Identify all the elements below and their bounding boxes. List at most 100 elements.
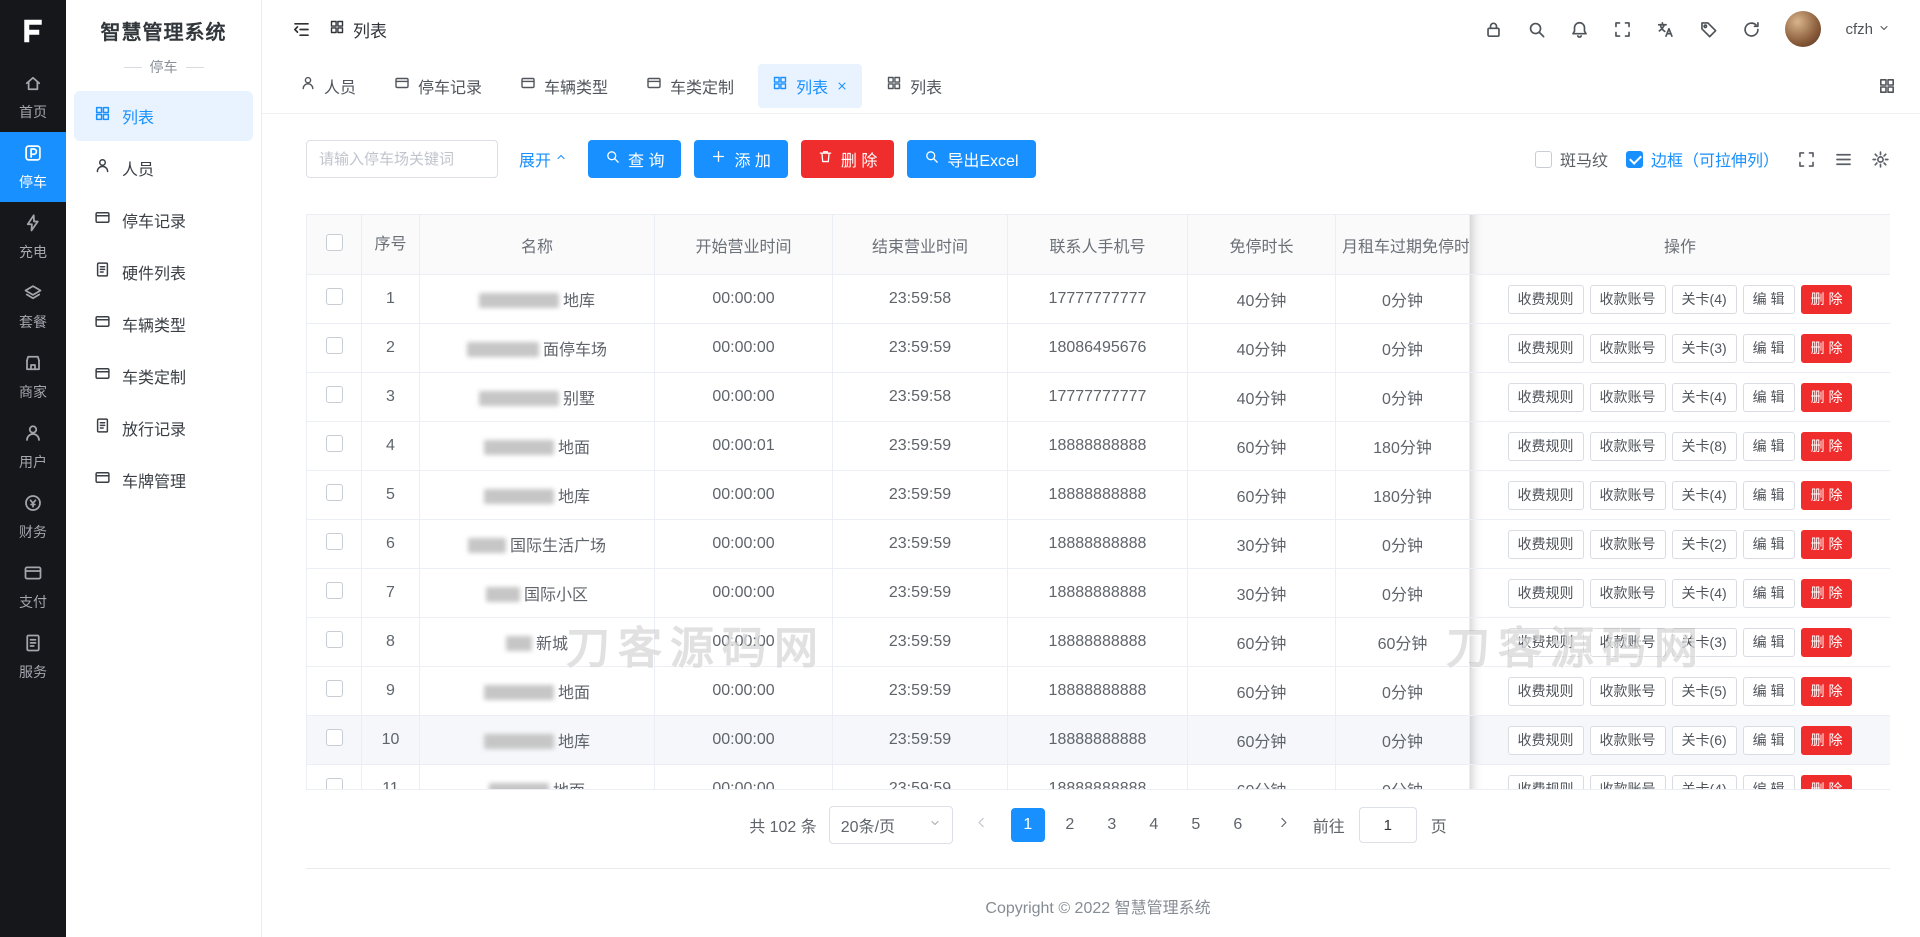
tab-列表[interactable]: 列表 bbox=[758, 63, 863, 108]
page-button-5[interactable]: 5 bbox=[1178, 808, 1213, 842]
zebra-checkbox[interactable]: 斑马纹 bbox=[1534, 147, 1608, 171]
gates-button[interactable]: 关卡(3) bbox=[1671, 333, 1737, 363]
row-checkbox[interactable] bbox=[325, 533, 343, 550]
sidebar-item-车辆类型[interactable]: 车辆类型 bbox=[74, 299, 253, 349]
edit-button[interactable]: 编 辑 bbox=[1742, 578, 1795, 608]
bell-icon[interactable] bbox=[1570, 20, 1589, 39]
sidebar-item-硬件列表[interactable]: 硬件列表 bbox=[74, 247, 253, 297]
edit-button[interactable]: 编 辑 bbox=[1742, 480, 1795, 510]
payment-account-button[interactable]: 收款账号 bbox=[1589, 676, 1666, 706]
fee-rules-button[interactable]: 收费规则 bbox=[1507, 382, 1584, 412]
page-button-1[interactable]: 1 bbox=[1010, 808, 1045, 842]
fee-rules-button[interactable]: 收费规则 bbox=[1507, 774, 1584, 789]
gates-button[interactable]: 关卡(3) bbox=[1671, 627, 1737, 657]
gates-button[interactable]: 关卡(5) bbox=[1671, 676, 1737, 706]
expand-toggle[interactable]: 展开 bbox=[519, 147, 567, 171]
fee-rules-button[interactable]: 收费规则 bbox=[1507, 431, 1584, 461]
fee-rules-button[interactable]: 收费规则 bbox=[1507, 529, 1584, 559]
row-checkbox[interactable] bbox=[325, 582, 343, 599]
row-checkbox[interactable] bbox=[325, 435, 343, 452]
row-checkbox[interactable] bbox=[325, 386, 343, 403]
tab-车辆类型[interactable]: 车辆类型 bbox=[506, 64, 622, 108]
row-delete-button[interactable]: 删 除 bbox=[1800, 284, 1853, 314]
search-input[interactable] bbox=[306, 140, 498, 178]
primary-nav-首页[interactable]: 首页 bbox=[0, 62, 66, 132]
primary-nav-停车[interactable]: 停车 bbox=[0, 132, 66, 202]
tab-车类定制[interactable]: 车类定制 bbox=[632, 64, 748, 108]
tab-停车记录[interactable]: 停车记录 bbox=[380, 64, 496, 108]
page-button-2[interactable]: 2 bbox=[1052, 808, 1087, 842]
primary-nav-服务[interactable]: 服务 bbox=[0, 622, 66, 692]
sidebar-item-停车记录[interactable]: 停车记录 bbox=[74, 195, 253, 245]
payment-account-button[interactable]: 收款账号 bbox=[1589, 431, 1666, 461]
row-delete-button[interactable]: 删 除 bbox=[1800, 774, 1853, 789]
payment-account-button[interactable]: 收款账号 bbox=[1589, 382, 1666, 412]
edit-button[interactable]: 编 辑 bbox=[1742, 774, 1795, 789]
payment-account-button[interactable]: 收款账号 bbox=[1589, 333, 1666, 363]
border-checkbox[interactable]: 边框（可拉伸列） bbox=[1625, 147, 1779, 171]
payment-account-button[interactable]: 收款账号 bbox=[1589, 529, 1666, 559]
tab-options-icon[interactable] bbox=[1878, 77, 1896, 95]
export-excel-button[interactable]: 导出Excel bbox=[907, 140, 1036, 178]
collapse-sidebar-icon[interactable] bbox=[292, 20, 311, 39]
sidebar-item-车类定制[interactable]: 车类定制 bbox=[74, 351, 253, 401]
row-delete-button[interactable]: 删 除 bbox=[1800, 480, 1853, 510]
payment-account-button[interactable]: 收款账号 bbox=[1589, 627, 1666, 657]
row-delete-button[interactable]: 删 除 bbox=[1800, 578, 1853, 608]
gates-button[interactable]: 关卡(4) bbox=[1671, 284, 1737, 314]
edit-button[interactable]: 编 辑 bbox=[1742, 284, 1795, 314]
select-all-checkbox[interactable] bbox=[325, 233, 343, 251]
fee-rules-button[interactable]: 收费规则 bbox=[1507, 333, 1584, 363]
row-checkbox[interactable] bbox=[325, 680, 343, 697]
row-delete-button[interactable]: 删 除 bbox=[1800, 382, 1853, 412]
row-delete-button[interactable]: 删 除 bbox=[1800, 431, 1853, 461]
gates-button[interactable]: 关卡(4) bbox=[1671, 480, 1737, 510]
page-button-4[interactable]: 4 bbox=[1136, 808, 1171, 842]
edit-button[interactable]: 编 辑 bbox=[1742, 676, 1795, 706]
next-page-button[interactable] bbox=[1266, 808, 1301, 842]
page-button-6[interactable]: 6 bbox=[1220, 808, 1255, 842]
row-checkbox[interactable] bbox=[325, 729, 343, 746]
fee-rules-button[interactable]: 收费规则 bbox=[1507, 284, 1584, 314]
fullscreen-icon[interactable] bbox=[1613, 20, 1632, 39]
fee-rules-button[interactable]: 收费规则 bbox=[1507, 627, 1584, 657]
sidebar-item-列表[interactable]: 列表 bbox=[74, 91, 253, 141]
page-button-3[interactable]: 3 bbox=[1094, 808, 1129, 842]
delete-button[interactable]: 删 除 bbox=[800, 140, 895, 178]
primary-nav-套餐[interactable]: 套餐 bbox=[0, 272, 66, 342]
sidebar-item-车牌管理[interactable]: 车牌管理 bbox=[74, 455, 253, 505]
zebra-checkbox-box[interactable] bbox=[1534, 150, 1552, 168]
primary-nav-商家[interactable]: 商家 bbox=[0, 342, 66, 412]
row-checkbox[interactable] bbox=[325, 484, 343, 501]
goto-page-input[interactable] bbox=[1358, 807, 1417, 843]
user-menu[interactable]: cfzh bbox=[1845, 21, 1890, 38]
row-delete-button[interactable]: 删 除 bbox=[1800, 529, 1853, 559]
row-delete-button[interactable]: 删 除 bbox=[1800, 627, 1853, 657]
gates-button[interactable]: 关卡(8) bbox=[1671, 431, 1737, 461]
search-icon[interactable] bbox=[1527, 20, 1546, 39]
gates-button[interactable]: 关卡(4) bbox=[1671, 774, 1737, 789]
lock-icon[interactable] bbox=[1484, 20, 1503, 39]
row-delete-button[interactable]: 删 除 bbox=[1800, 333, 1853, 363]
primary-nav-财务[interactable]: 财务 bbox=[0, 482, 66, 552]
payment-account-button[interactable]: 收款账号 bbox=[1589, 725, 1666, 755]
prev-page-button[interactable] bbox=[964, 808, 999, 842]
gates-button[interactable]: 关卡(6) bbox=[1671, 725, 1737, 755]
gates-button[interactable]: 关卡(2) bbox=[1671, 529, 1737, 559]
gates-button[interactable]: 关卡(4) bbox=[1671, 382, 1737, 412]
gates-button[interactable]: 关卡(4) bbox=[1671, 578, 1737, 608]
payment-account-button[interactable]: 收款账号 bbox=[1589, 774, 1666, 789]
edit-button[interactable]: 编 辑 bbox=[1742, 333, 1795, 363]
payment-account-button[interactable]: 收款账号 bbox=[1589, 578, 1666, 608]
tag-icon[interactable] bbox=[1699, 20, 1718, 39]
row-checkbox[interactable] bbox=[325, 337, 343, 354]
primary-nav-充电[interactable]: 充电 bbox=[0, 202, 66, 272]
settings-gear-icon[interactable] bbox=[1871, 150, 1890, 169]
fee-rules-button[interactable]: 收费规则 bbox=[1507, 725, 1584, 755]
row-checkbox[interactable] bbox=[325, 778, 343, 789]
primary-nav-支付[interactable]: 支付 bbox=[0, 552, 66, 622]
refresh-icon[interactable] bbox=[1742, 20, 1761, 39]
edit-button[interactable]: 编 辑 bbox=[1742, 431, 1795, 461]
fullscreen-table-icon[interactable] bbox=[1797, 150, 1816, 169]
density-icon[interactable] bbox=[1834, 150, 1853, 169]
